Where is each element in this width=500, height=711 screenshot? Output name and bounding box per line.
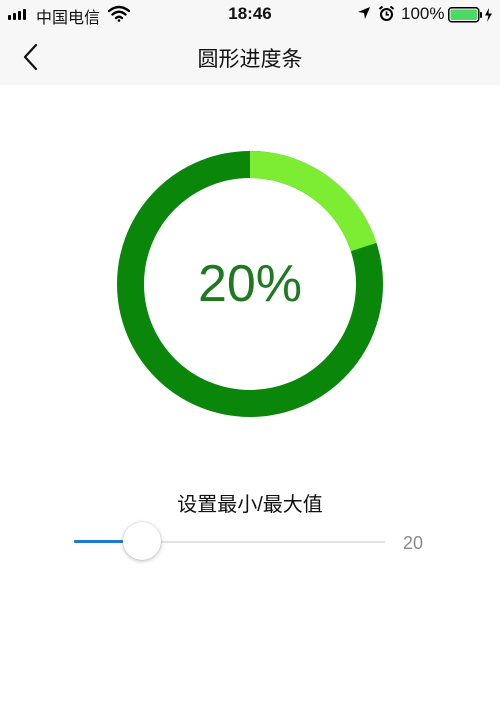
slider-section-label: 设置最小/最大值 [177, 494, 323, 516]
slider-fill [74, 540, 123, 543]
slider-value-label: 20 [403, 533, 424, 553]
slider-thumb[interactable] [123, 522, 161, 560]
back-button[interactable] [14, 40, 48, 74]
wifi-icon [108, 5, 130, 22]
location-arrow-icon [358, 7, 370, 19]
screen: 中国电信 18:46 100% 圆形进度条 20% 设置最小/最大值 20 [0, 0, 500, 711]
page-title: 圆形进度条 [197, 48, 303, 71]
carrier-label: 中国电信 [36, 10, 101, 27]
alarm-icon [378, 5, 395, 21]
chevron-left-icon [23, 43, 38, 71]
status-bar: 中国电信 18:46 100% [0, 0, 500, 28]
battery-percent: 100% [401, 4, 445, 23]
circular-progress: 20% [117, 151, 383, 417]
signal-icon [8, 9, 26, 20]
battery-charging-icon [448, 7, 492, 23]
value-slider[interactable] [74, 522, 385, 562]
progress-percent-label: 20% [197, 255, 303, 313]
nav-bar: 圆形进度条 [0, 28, 500, 85]
